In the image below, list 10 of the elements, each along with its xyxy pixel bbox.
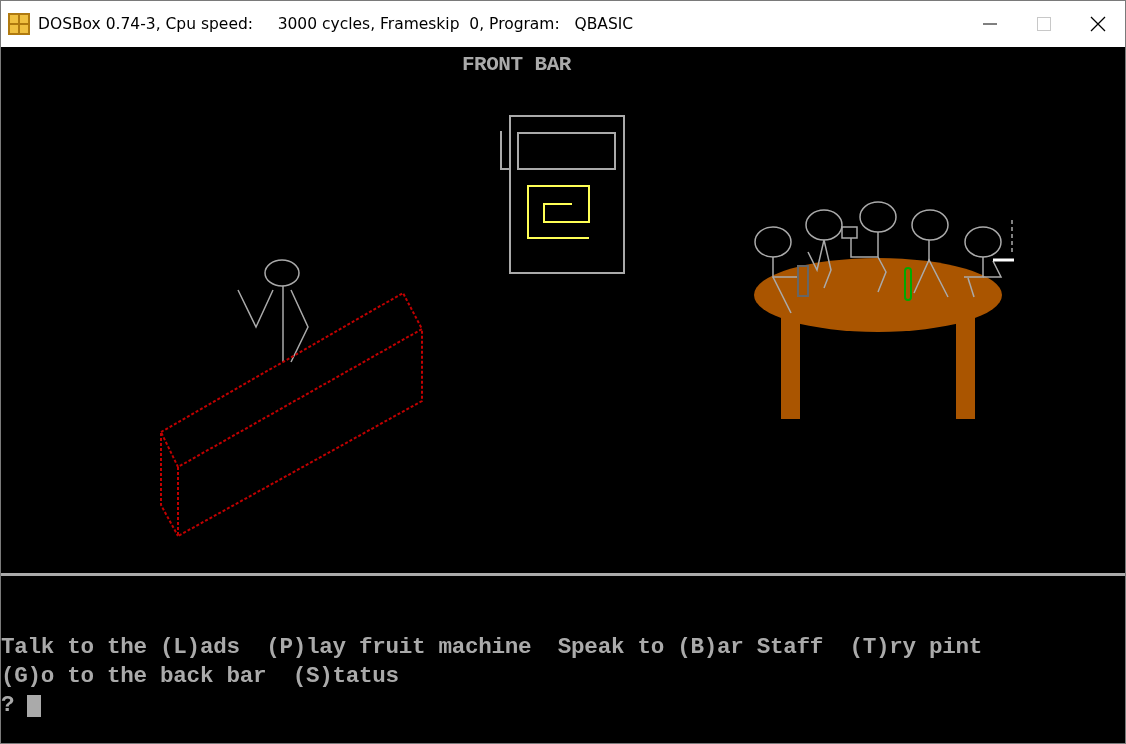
input-prompt: ?: [1, 691, 15, 720]
maximize-icon: [1037, 17, 1051, 31]
menu-options-text: (G)o to the back bar (S)tatus: [1, 662, 400, 691]
window-title: DOSBox 0.74-3, Cpu speed: 3000 cycles, Frameskip 0, Program: QBASIC: [38, 15, 635, 33]
text-cursor: [27, 694, 42, 717]
menu-options-text: Talk to the (L)ads (P)lay fruit machine Speak to (B)ar Staff (T)ry pint: [1, 633, 984, 662]
close-icon: [1090, 16, 1106, 32]
dosbox-logo-icon: [8, 13, 30, 35]
room-title: FRONT BAR: [462, 53, 571, 77]
minimize-icon: [983, 23, 997, 25]
